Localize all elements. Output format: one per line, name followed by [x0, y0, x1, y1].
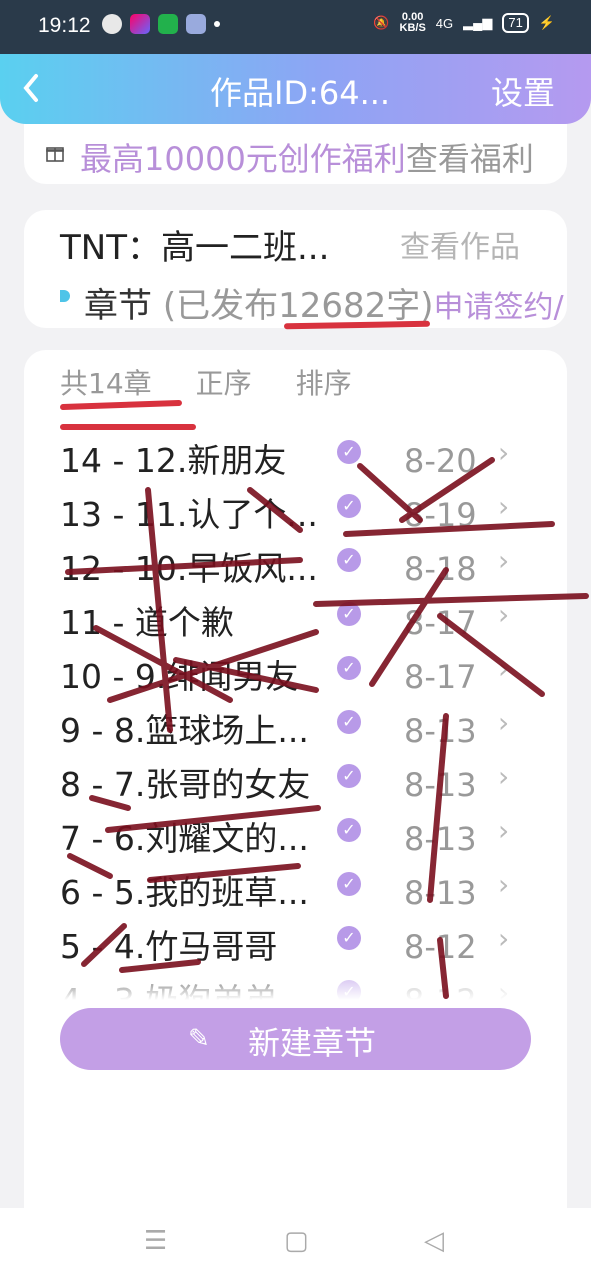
app-icon: [158, 14, 178, 34]
published-check-icon: ✓: [337, 548, 361, 572]
chapter-row[interactable]: 13 - 11.认了个... ✓ 8-19 ›: [24, 484, 567, 538]
promo-highlight: 最高10000元创作福利: [80, 140, 406, 178]
charging-icon: ⚡: [538, 15, 555, 30]
back-triangle-icon[interactable]: ◁: [424, 1226, 444, 1256]
chapter-date: 8-13: [404, 766, 477, 804]
promo-card[interactable]: 最高10000元创作福利查看福利: [24, 124, 567, 184]
status-right: 🔕 0.00 KB/S 4G ▂▄▆ 71 ⚡: [373, 12, 555, 34]
gift-icon: [46, 147, 64, 162]
chapter-date: 8-19: [404, 496, 477, 534]
chapter-title: 6 - 5.我的班草...: [60, 873, 309, 912]
chapter-row[interactable]: 8 - 7.张哥的女友 ✓ 8-13 ›: [24, 754, 567, 808]
published-check-icon: ✓: [337, 494, 361, 518]
published-check-icon: ✓: [337, 710, 361, 734]
view-work-button[interactable]: 查看作品: [400, 222, 520, 266]
published-check-icon: ✓: [337, 602, 361, 626]
list-fade: [24, 960, 567, 1000]
chapter-row[interactable]: 10 - 9.绯闻男友 ✓ 8-17 ›: [24, 646, 567, 700]
app-icon: [186, 14, 206, 34]
section-marker: [60, 290, 70, 302]
settings-button[interactable]: 设置: [491, 68, 555, 114]
chapter-row[interactable]: 12 - 10.早饭风... ✓ 8-18 ›: [24, 538, 567, 592]
dot-icon: [214, 21, 220, 27]
published-check-icon: ✓: [337, 656, 361, 680]
chapter-row[interactable]: 9 - 8.篮球场上... ✓ 8-13 ›: [24, 700, 567, 754]
battery-icon: 71: [502, 13, 529, 33]
chevron-right-icon: ›: [498, 490, 510, 523]
status-bar: 19:12 🔕 0.00 KB/S 4G ▂▄▆ 71 ⚡: [0, 0, 591, 54]
chapter-count: 共14章: [60, 367, 152, 400]
chapter-date: 8-17: [404, 604, 477, 642]
chevron-right-icon: ›: [498, 706, 510, 739]
chapter-title: 10 - 9.绯闻男友: [60, 657, 299, 696]
work-title: TNT：高一二班...: [60, 228, 330, 268]
chevron-right-icon: ›: [498, 544, 510, 577]
status-time: 19:12: [38, 14, 91, 37]
chapter-date: 8-18: [404, 550, 477, 588]
promo-text: 最高10000元创作福利查看福利: [80, 134, 534, 180]
chapter-row[interactable]: 7 - 6.刘耀文的... ✓ 8-13 ›: [24, 808, 567, 862]
chapter-label: 章节: [84, 286, 152, 326]
chapter-title: 13 - 11.认了个...: [60, 495, 318, 534]
chapter-title: 12 - 10.早饭风...: [60, 549, 318, 588]
back-button[interactable]: [18, 70, 48, 106]
published-check-icon: ✓: [337, 764, 361, 788]
chevron-right-icon: ›: [498, 922, 510, 955]
list-tabs: 共14章 正序 排序: [60, 362, 352, 402]
chapter-date: 8-13: [404, 712, 477, 750]
chapter-date: 8-13: [404, 820, 477, 858]
chapter-date: 8-20: [404, 442, 477, 480]
chapter-row[interactable]: 11 - 道个歉 ✓ 8-17 ›: [24, 592, 567, 646]
home-icon[interactable]: ▢: [284, 1226, 309, 1256]
chapter-list-card: 共14章 正序 排序 14 - 12.新朋友 ✓ 8-20 › 13 - 11.认了个.…: [24, 350, 567, 1280]
published-check-icon: ✓: [337, 818, 361, 842]
app-icon: [130, 14, 150, 34]
signal-icon: ▂▄▆: [463, 15, 493, 30]
chevron-right-icon: ›: [498, 598, 510, 631]
chapter-list: 14 - 12.新朋友 ✓ 8-20 › 13 - 11.认了个... ✓ 8-19 › 12 …: [24, 430, 567, 1000]
promo-link[interactable]: 查看福利: [406, 140, 534, 178]
published-check-icon: ✓: [337, 872, 361, 896]
chapter-title: 8 - 7.张哥的女友: [60, 765, 311, 804]
mute-icon: 🔕: [373, 15, 390, 30]
chevron-right-icon: ›: [498, 868, 510, 901]
system-nav-bar: ☰ ▢ ◁: [0, 1208, 591, 1280]
chapter-summary: 章节 (已发布12682字)申请签约/: [84, 278, 564, 327]
menu-icon[interactable]: ☰: [144, 1226, 167, 1256]
work-info-card: TNT：高一二班... 查看作品 章节 (已发布12682字)申请签约/: [24, 210, 567, 328]
chapter-row[interactable]: 14 - 12.新朋友 ✓ 8-20 ›: [24, 430, 567, 484]
tab-sort[interactable]: 排序: [296, 362, 352, 402]
published-count: (已发布12682字): [162, 286, 434, 326]
chevron-right-icon: ›: [498, 814, 510, 847]
published-check-icon: ✓: [337, 926, 361, 950]
net-speed: 0.00 KB/S: [399, 11, 426, 34]
app-header: 作品ID:64... 设置: [0, 54, 591, 124]
chapter-title: 7 - 6.刘耀文的...: [60, 819, 309, 858]
globe-icon: [102, 14, 122, 34]
notification-icons: [102, 14, 220, 34]
published-check-icon: ✓: [337, 440, 361, 464]
chapter-title: 11 - 道个歉: [60, 603, 234, 642]
annotation-underline: [60, 424, 196, 430]
tab-order[interactable]: 正序: [196, 362, 252, 402]
chapter-date: 8-13: [404, 874, 477, 912]
apply-sign-button[interactable]: 申请签约/: [434, 290, 564, 325]
chevron-right-icon: ›: [498, 652, 510, 685]
network-label: 4G: [435, 15, 454, 31]
new-chapter-label: 新建章节: [248, 1024, 377, 1062]
chapter-title: 14 - 12.新朋友: [60, 441, 287, 480]
chevron-left-icon: [23, 74, 38, 102]
chapter-row[interactable]: 6 - 5.我的班草... ✓ 8-13 ›: [24, 862, 567, 916]
chevron-right-icon: ›: [498, 760, 510, 793]
chapter-title: 9 - 8.篮球场上...: [60, 711, 309, 750]
chevron-right-icon: ›: [498, 436, 510, 469]
pencil-icon: ✎: [188, 1024, 210, 1054]
page-title: 作品ID:64...: [210, 74, 391, 112]
new-chapter-button[interactable]: ✎ 新建章节: [60, 1008, 531, 1070]
chapter-date: 8-17: [404, 658, 477, 696]
